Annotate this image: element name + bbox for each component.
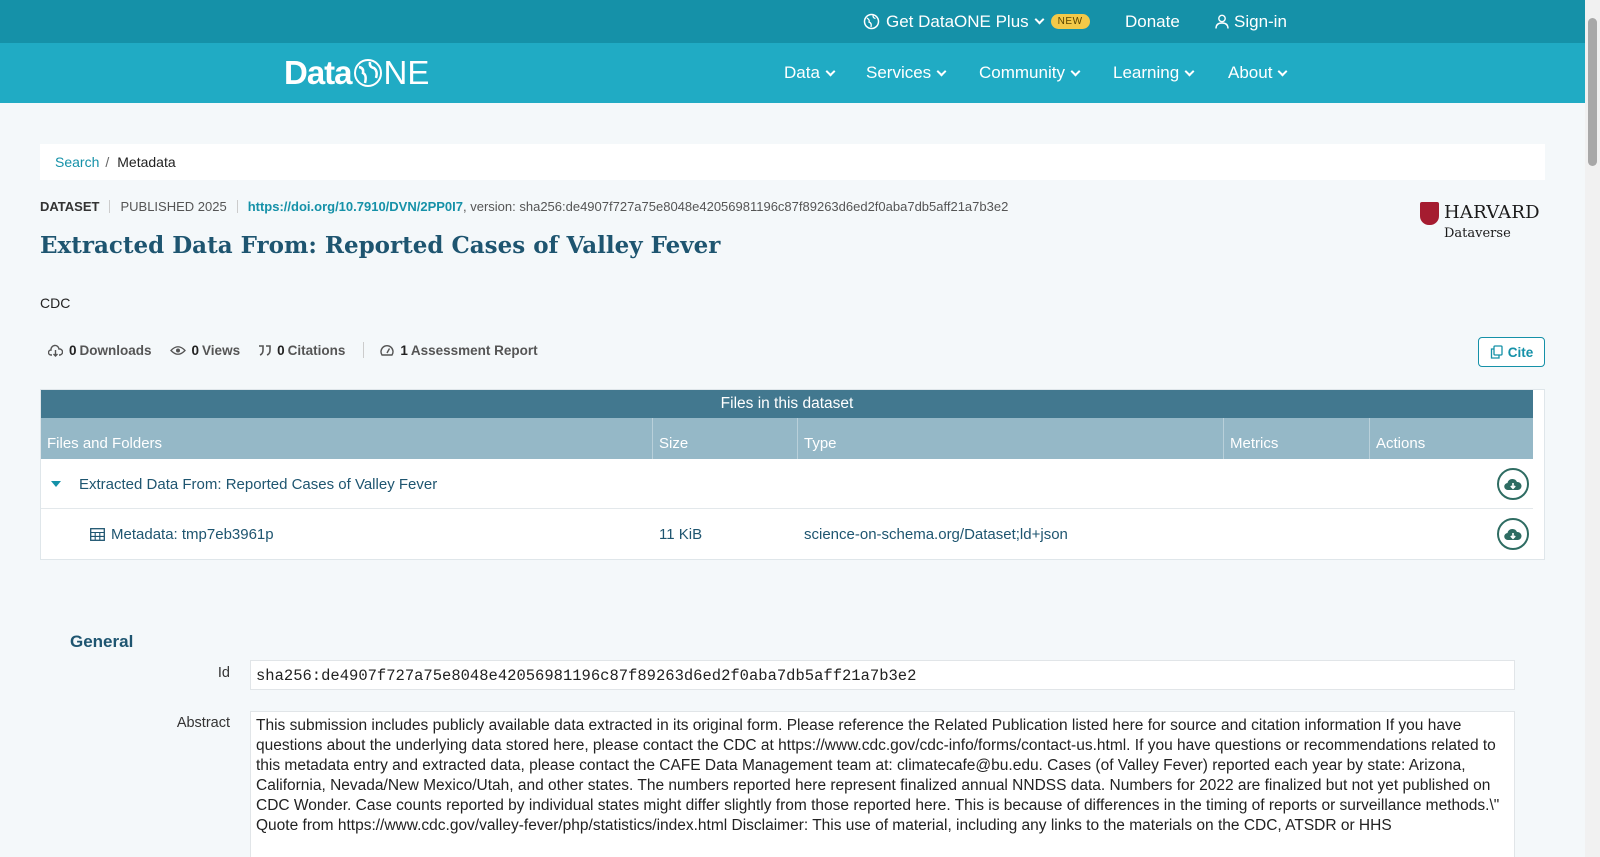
cloud-download-icon: [1504, 527, 1522, 542]
copy-icon: [1490, 345, 1503, 359]
cloud-download-icon: [1504, 477, 1522, 492]
citations-count: 0: [277, 342, 285, 358]
column-actions: Actions: [1376, 435, 1426, 452]
dataset-meta-line: DATASET PUBLISHED 2025 https://doi.org/1…: [40, 199, 1008, 214]
chevron-down-icon: [936, 66, 947, 76]
citations-metric[interactable]: 0 Citations: [258, 343, 345, 358]
nav-learning[interactable]: Learning: [1113, 43, 1195, 103]
doi-link[interactable]: https://doi.org/10.7910/DVN/2PP0I7: [248, 199, 463, 214]
top-bar: Get DataONE Plus NEW Donate Sign-in: [0, 0, 1585, 43]
dataset-type-label: DATASET: [40, 199, 100, 214]
version-text: , version: sha256:de4907f727a75e8048e420…: [463, 199, 1009, 214]
dataone-logo[interactable]: Data NE: [284, 53, 429, 93]
cite-button[interactable]: Cite: [1478, 337, 1545, 367]
nav-data-label: Data: [784, 63, 820, 82]
folder-cell[interactable]: Extracted Data From: Reported Cases of V…: [51, 459, 437, 509]
table-row[interactable]: Metadata: tmp7eb3961p 11 KiB science-on-…: [41, 509, 1533, 559]
breadcrumb-separator: /: [105, 154, 110, 170]
breadcrumb-current: Metadata: [117, 154, 176, 170]
general-section-heading: General: [70, 632, 134, 651]
get-dataone-plus-menu[interactable]: Get DataONE Plus NEW: [863, 0, 1090, 43]
folder-row[interactable]: Extracted Data From: Reported Cases of V…: [41, 459, 1533, 509]
file-size: 11 KiB: [659, 525, 703, 543]
nav-learning-label: Learning: [1113, 63, 1180, 82]
assessment-report-metric[interactable]: 1 Assessment Report: [380, 342, 538, 358]
chevron-down-icon: [1070, 66, 1081, 76]
files-table: Files in this dataset Files and Folders …: [40, 389, 1545, 560]
file-type: science-on-schema.org/Dataset;ld+json: [804, 525, 1068, 543]
globe-icon: [863, 13, 880, 30]
folder-name: Extracted Data From: Reported Cases of V…: [79, 475, 438, 493]
breadcrumb: Search / Metadata: [40, 144, 1545, 180]
assessment-count: 1: [400, 342, 408, 358]
cloud-download-icon: [48, 344, 63, 357]
gauge-icon: [380, 344, 395, 357]
page-scrollbar[interactable]: [1585, 0, 1600, 857]
get-dataone-plus-label: Get DataONE Plus: [886, 11, 1029, 31]
meta-divider: [109, 200, 111, 213]
nav-services[interactable]: Services: [866, 43, 947, 103]
abstract-label: Abstract: [176, 715, 230, 731]
main-nav: Data NE Data Services Community Learning…: [0, 43, 1585, 103]
column-files-and-folders[interactable]: Files and Folders: [41, 418, 653, 459]
harvard-dataverse-logo[interactable]: HARVARD Dataverse: [1420, 202, 1546, 246]
logo-globe-icon: [353, 58, 383, 88]
meta-divider: [236, 200, 238, 213]
quote-icon: [258, 344, 271, 356]
caret-down-icon[interactable]: [51, 481, 61, 487]
donate-link[interactable]: Donate: [1125, 0, 1180, 43]
breadcrumb-search-link[interactable]: Search: [55, 154, 99, 170]
chevron-down-icon: [825, 66, 836, 76]
scrollbar-thumb[interactable]: [1588, 18, 1597, 166]
repository-subname: Dataverse: [1444, 226, 1511, 241]
nav-community-label: Community: [979, 63, 1065, 82]
nav-about-label: About: [1228, 63, 1273, 82]
published-label: PUBLISHED 2025: [120, 199, 227, 214]
nav-services-label: Services: [866, 63, 932, 82]
dataset-creator: CDC: [40, 295, 71, 311]
nav-community[interactable]: Community: [979, 43, 1081, 103]
download-folder-button[interactable]: [1497, 468, 1529, 500]
citations-label: Citations: [287, 342, 346, 358]
logo-one-text: NE: [383, 54, 430, 91]
downloads-count: 0: [69, 342, 77, 358]
dataset-metrics: 0 Downloads 0 Views 0 Citations 1 Assess…: [48, 342, 556, 358]
metrics-divider: [363, 342, 365, 358]
files-table-title: Files in this dataset: [41, 390, 1533, 418]
id-label: Id: [217, 665, 230, 681]
page-title: Extracted Data From: Reported Cases of V…: [40, 232, 721, 259]
assessment-label: Assessment Report: [410, 342, 538, 358]
views-label: Views: [202, 342, 241, 358]
repository-name: HARVARD: [1444, 202, 1540, 223]
chevron-down-icon: [1277, 66, 1288, 76]
files-table-columns: Files and Folders Size Type Metrics Acti…: [41, 418, 1533, 459]
download-file-button[interactable]: [1497, 518, 1529, 550]
eye-icon: [169, 345, 186, 356]
views-metric[interactable]: 0 Views: [169, 342, 241, 358]
new-badge: NEW: [1050, 14, 1090, 29]
file-name-cell[interactable]: Metadata: tmp7eb3961p: [90, 509, 274, 559]
column-metrics[interactable]: Metrics: [1224, 418, 1370, 459]
downloads-label: Downloads: [79, 342, 152, 358]
cite-button-label: Cite: [1507, 344, 1534, 360]
sign-in-link[interactable]: Sign-in: [1215, 0, 1287, 43]
id-value: sha256:de4907f727a75e8048e42056981196c87…: [250, 660, 1515, 690]
abstract-value: This submission includes publicly availa…: [250, 711, 1515, 857]
views-count: 0: [191, 342, 200, 358]
table-icon: [90, 527, 105, 541]
downloads-metric[interactable]: 0 Downloads: [48, 343, 152, 358]
nav-about[interactable]: About: [1228, 43, 1288, 103]
column-type[interactable]: Type: [798, 418, 1224, 459]
harvard-shield-icon: [1420, 202, 1439, 225]
chevron-down-icon: [1184, 66, 1195, 76]
user-icon: [1215, 14, 1229, 29]
logo-data-text: Data: [284, 54, 353, 91]
sign-in-label: Sign-in: [1234, 11, 1287, 31]
column-size[interactable]: Size: [653, 418, 798, 459]
chevron-down-icon: [1034, 14, 1045, 25]
file-name: Metadata: tmp7eb3961p: [111, 525, 274, 543]
nav-data[interactable]: Data: [784, 43, 836, 103]
